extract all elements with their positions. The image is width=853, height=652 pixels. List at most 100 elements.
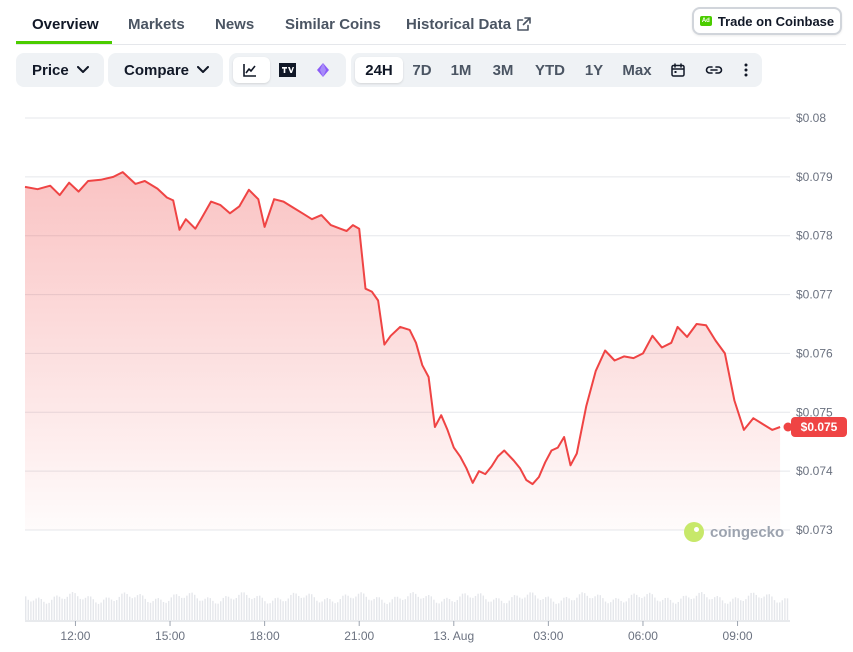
volume-bar (753, 592, 755, 620)
volume-bar (227, 596, 230, 620)
volume-bar (32, 600, 35, 620)
range-24h-button[interactable]: 24H (355, 62, 403, 79)
range-1m-button[interactable]: 1M (446, 62, 476, 79)
volume-bar (711, 599, 713, 620)
volume-bar (558, 603, 560, 620)
volume-bar (480, 593, 482, 620)
volume-bar (256, 596, 258, 620)
volume-bar (212, 600, 214, 620)
volume-bar (238, 594, 240, 620)
range-1y-button[interactable]: 1Y (581, 62, 607, 79)
volume-bar (240, 592, 243, 620)
more-icon[interactable] (737, 61, 755, 79)
tab-news[interactable]: News (215, 16, 254, 33)
volume-bar (599, 595, 601, 620)
volume-bar (708, 599, 711, 620)
volume-bar (303, 597, 305, 620)
volume-bar (71, 592, 74, 620)
volume-bar (45, 603, 48, 620)
volume-bar (776, 602, 778, 620)
volume-bar (506, 603, 508, 620)
volume-bar (430, 596, 432, 620)
volume-bar (672, 602, 674, 620)
volume-bar (313, 597, 315, 620)
range-max-button[interactable]: Max (619, 62, 655, 79)
range-ytd-button[interactable]: YTD (531, 62, 569, 79)
price-chart[interactable]: $0.08 $0.079 $0.078 $0.077 $0.076 $0.075 $0.07… (0, 100, 853, 652)
volume-bar (235, 598, 237, 620)
volume-bar (760, 598, 763, 620)
range-3m-button[interactable]: 3M (486, 62, 520, 79)
compare-dropdown-label: Compare (124, 61, 190, 79)
volume-bar (428, 594, 430, 620)
volume-bar (620, 600, 622, 620)
volume-bar (745, 599, 747, 620)
volume-bar (573, 600, 575, 620)
y-tick-label: $0.076 (796, 346, 833, 360)
external-link-icon (517, 17, 531, 31)
calendar-icon[interactable] (669, 61, 687, 79)
ad-badge: Ad (699, 16, 712, 26)
tab-historical-data[interactable]: Historical Data (406, 16, 531, 33)
volume-bar (396, 596, 399, 620)
tab-overview[interactable]: Overview (32, 16, 99, 33)
volume-bar (404, 599, 406, 620)
volume-bar (157, 598, 159, 620)
volume-bar (324, 599, 326, 620)
volume-bar (30, 601, 32, 620)
volume-bar (217, 603, 219, 620)
line-chart-icon[interactable] (241, 61, 259, 79)
volume-bar (706, 597, 708, 620)
volume-bar (155, 598, 157, 620)
volume-bar (160, 599, 162, 620)
volume-bar (415, 593, 417, 620)
volume-bar (334, 603, 336, 620)
x-tick-label: 09:00 (723, 629, 753, 643)
price-dropdown[interactable]: Price (16, 53, 104, 87)
volume-bar (409, 593, 412, 620)
volume-bar (669, 599, 672, 620)
compare-dropdown[interactable]: Compare (108, 53, 223, 87)
volume-bar (729, 601, 731, 620)
volume-bar (292, 592, 295, 620)
volume-bar (560, 600, 562, 620)
volume-bar (724, 603, 726, 620)
diamond-icon[interactable] (314, 61, 332, 79)
volume-bar (363, 593, 365, 620)
tradingview-icon[interactable] (278, 61, 296, 79)
tab-historical-data-label: Historical Data (406, 16, 512, 33)
volume-bar (472, 597, 474, 620)
volume-bar (53, 596, 55, 620)
trade-on-coinbase-button[interactable]: Ad Trade on Coinbase (692, 7, 842, 35)
tab-markets[interactable]: Markets (128, 16, 185, 33)
volume-bar (282, 601, 284, 620)
chevron-down-icon (76, 66, 89, 73)
coingecko-logo-icon (684, 522, 704, 542)
volume-bar (178, 596, 180, 620)
volume-bar (555, 603, 557, 620)
volume-bar (331, 601, 334, 620)
volume-bar (274, 598, 276, 620)
y-tick-label: $0.074 (796, 464, 833, 478)
volume-bar (35, 598, 37, 620)
tab-similar-coins[interactable]: Similar Coins (285, 16, 381, 33)
volume-bar (784, 598, 786, 620)
volume-bar (129, 596, 131, 620)
volume-bar (685, 595, 687, 620)
volume-bar (285, 601, 287, 620)
volume-bar (542, 599, 544, 620)
volume-bar (464, 593, 466, 620)
volume-bar (643, 596, 646, 620)
range-7d-button[interactable]: 7D (407, 62, 437, 79)
volume-bar (87, 596, 89, 620)
volume-bar (412, 592, 414, 620)
volume-bar (43, 601, 45, 620)
volume-bar (589, 598, 591, 620)
volume-bar (625, 601, 627, 620)
volume-bar (220, 601, 222, 620)
volume-bar (337, 602, 339, 620)
volume-bar (134, 597, 136, 620)
link-icon[interactable] (705, 61, 723, 79)
volume-bar (420, 598, 422, 620)
volume-bar (350, 597, 352, 620)
